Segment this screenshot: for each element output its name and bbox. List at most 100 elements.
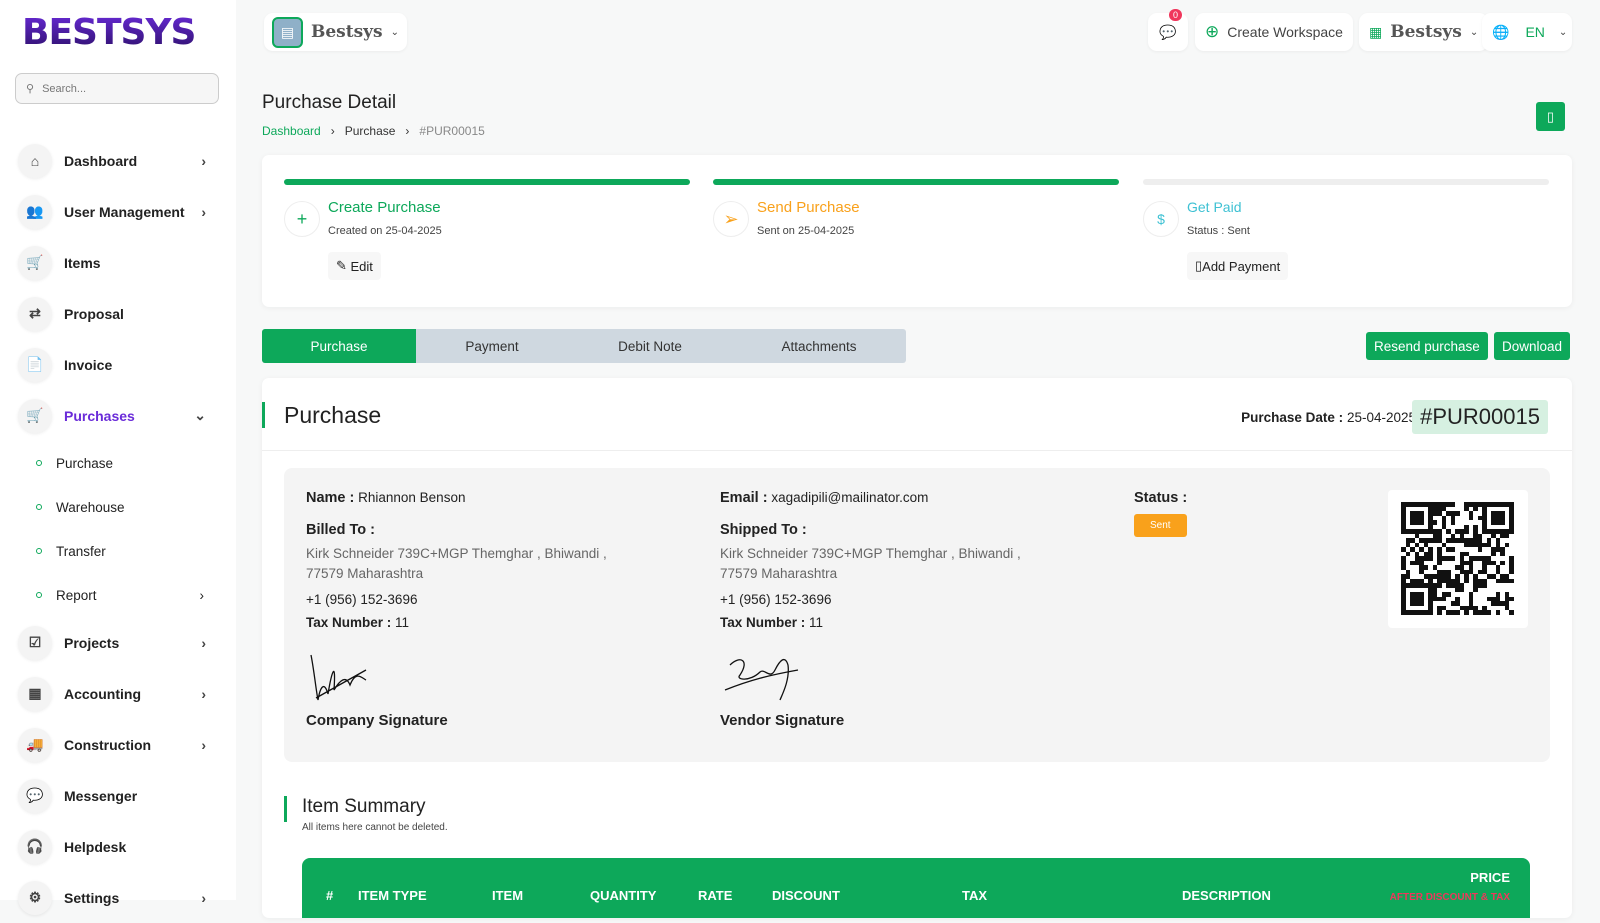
chevron-down-icon: ⌄ [1469,26,1479,38]
cart-icon: 🛒 [18,398,52,433]
gear-icon: ⚙ [18,880,52,915]
vendor-signature [724,658,799,701]
truck-icon: 🚚 [18,727,52,762]
tab-bar: Purchase Payment Debit Note Attachments [262,329,906,363]
bullet-icon [36,460,42,466]
sidebar-subitem-report[interactable]: Report › [18,573,218,617]
grid-icon: ▦ [18,676,52,711]
edit-button[interactable]: ✎ Edit [328,252,381,280]
workspace-logo-icon: ▤ [272,16,303,48]
notification-badge: 0 [1168,9,1182,21]
purchase-date: Purchase Date : 25-04-2025 [1241,410,1416,425]
tab-payment[interactable]: Payment [416,329,568,363]
purchase-title: Purchase [284,402,382,428]
item-summary: Item Summary All items here cannot be de… [284,776,1550,918]
bullet-icon [36,548,42,554]
sidebar-item-items[interactable]: 🛒 Items [18,237,218,288]
sidebar-item-construction[interactable]: 🚚 Construction › [18,719,218,770]
language-switcher[interactable]: 🌐 EN ⌄ [1482,13,1572,51]
invoice-icon: 📄 [18,347,52,382]
create-workspace-button[interactable]: ⊕ Create Workspace [1195,13,1353,51]
users-icon: 👥 [18,194,52,229]
status-badge: Sent [1134,514,1187,537]
shipping-column: Email : xagadipili@mailinator.com Shippe… [720,490,1021,630]
chevron-icon: › [201,203,206,220]
sidebar-item-projects[interactable]: ☑ Projects › [18,617,218,668]
company-signature [310,654,367,701]
sidebar-item-invoice[interactable]: 📄 Invoice [18,339,218,390]
apps-icon: ▦ [1369,23,1383,40]
proposal-icon: ⇄ [18,296,52,331]
breadcrumb: Dashboard › Purchase › #PUR00015 [262,124,485,138]
resend-purchase-button[interactable]: Resend purchase [1366,332,1488,360]
tab-attachments[interactable]: Attachments [732,329,906,363]
breadcrumb-dashboard[interactable]: Dashboard [262,124,321,138]
tab-debit-note[interactable]: Debit Note [568,329,732,363]
sidebar-nav: ⌂ Dashboard › 👥 User Management › 🛒 Items ⇄ Propo… [18,135,218,923]
cart-icon: 🛒 [18,245,52,280]
check-square-icon: ☑ [18,625,52,660]
step-create-purchase: + Create Purchase Created on 25-04-2025 … [284,179,690,280]
chevron-icon: › [201,736,206,753]
sidebar-subitem-warehouse[interactable]: Warehouse [18,485,218,529]
messages-button[interactable]: 💬 0 [1148,9,1188,51]
chevron-icon: ⌄ [194,407,206,423]
status-column: Status : Sent [1134,490,1284,537]
sidebar-item-helpdesk[interactable]: 🎧 Helpdesk [18,821,218,872]
breadcrumb-purchase[interactable]: Purchase [345,124,396,138]
bullet-icon [36,592,42,598]
sidebar-item-messenger[interactable]: 💬 Messenger [18,770,218,821]
purchase-card: Purchase Purchase Date : 25-04-2025 #PUR… [262,378,1572,918]
sidebar-item-user-management[interactable]: 👥 User Management › [18,186,218,237]
vendor-name: Rhiannon Benson [358,490,466,505]
clipboard-dollar-icon: $ [1143,201,1179,237]
bullet-icon [36,504,42,510]
sidebar-subitem-transfer[interactable]: Transfer [18,529,218,573]
globe-icon: 🌐 [1492,23,1510,40]
send-icon: ➢ [713,201,749,237]
chevron-down-icon: ⌄ [1558,26,1568,38]
items-table-header: # ITEM TYPE ITEM QUANTITY RATE DISCOUNT … [302,858,1530,918]
breadcrumb-current: #PUR00015 [419,124,485,138]
billing-column: Name : Rhiannon Benson Billed To : Kirk … [306,490,607,630]
status-steps-card: + Create Purchase Created on 25-04-2025 … [262,155,1572,307]
chevron-icon: › [201,685,206,702]
vendor-email: xagadipili@mailinator.com [771,490,929,505]
headset-icon: 🎧 [18,829,52,864]
file-button[interactable]: ▯ [1536,102,1565,131]
add-payment-button[interactable]: ▯ Add Payment [1187,252,1289,280]
chevron-icon: › [201,152,206,169]
chat-icon: 💬 [1159,23,1177,40]
purchase-info: Name : Rhiannon Benson Billed To : Kirk … [284,468,1550,762]
home-icon: ⌂ [18,143,52,178]
page-title: Purchase Detail [262,92,397,113]
chevron-down-icon: ⌄ [390,26,400,38]
chevron-icon: › [201,634,206,651]
chat-icon: 💬 [18,778,52,813]
company-switcher[interactable]: ▦ Bestsys ⌄ [1359,13,1489,51]
sidebar-subitem-purchase[interactable]: Purchase [18,441,218,485]
sidebar-item-purchases[interactable]: 🛒 Purchases ⌄ [18,390,218,441]
purchase-number: #PUR00015 [1412,400,1548,434]
workspace-switcher[interactable]: ▤ Bestsys ⌄ [264,13,408,51]
file-icon: ▯ [1546,108,1555,124]
tab-purchase[interactable]: Purchase [262,329,416,363]
download-button[interactable]: Download [1494,332,1571,360]
qr-code [1388,490,1528,628]
plus-icon: + [284,201,320,237]
step-get-paid: $ Get Paid Status : Sent ▯ Add Payment [1143,179,1549,280]
sidebar-item-accounting[interactable]: ▦ Accounting › [18,668,218,719]
search-input[interactable]: ⚲ Search... [15,73,219,104]
sidebar: BESTSYS ⚲ Search... ⌂ Dashboard › 👥 User Mana… [0,0,236,915]
payment-icon: ▯ [1195,258,1203,273]
step-send-purchase: ➢ Send Purchase Sent on 25-04-2025 [713,179,1119,237]
brand-logo: BESTSYS [22,12,196,53]
plus-circle-icon: ⊕ [1205,22,1220,41]
sidebar-item-proposal[interactable]: ⇄ Proposal [18,288,218,339]
chevron-icon: › [199,587,205,603]
sidebar-item-dashboard[interactable]: ⌂ Dashboard › [18,135,218,186]
sidebar-item-settings[interactable]: ⚙ Settings › [18,872,218,923]
search-icon: ⚲ [26,83,35,95]
chevron-icon: › [201,889,206,906]
pencil-icon: ✎ [336,258,351,273]
